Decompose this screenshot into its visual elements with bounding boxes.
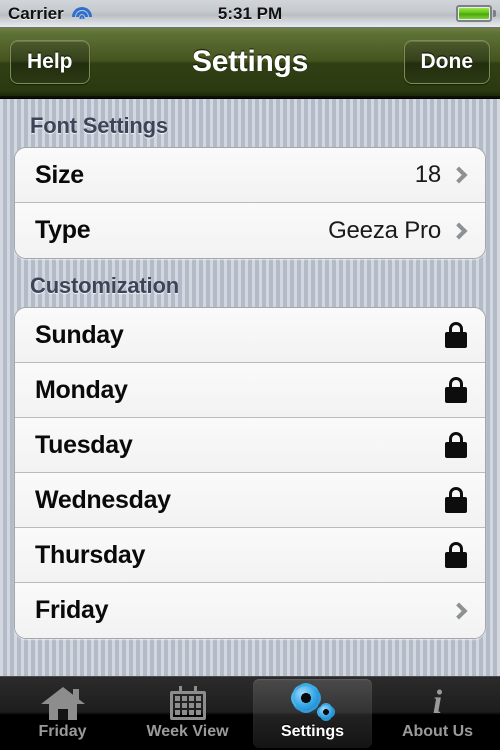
tab-bar: Friday Week View Settings i About Us xyxy=(0,676,500,750)
row-accessory xyxy=(445,542,471,568)
tab-friday[interactable]: Friday xyxy=(3,679,122,748)
row-label: Thursday xyxy=(35,540,146,569)
wifi-icon xyxy=(71,6,93,22)
tab-label: About Us xyxy=(401,723,474,740)
tab-label: Week View xyxy=(146,723,229,740)
section-header-customization: Customization xyxy=(30,273,179,298)
iphone-screen: Carrier 5:31 PM Help Settings Done Font … xyxy=(0,0,500,750)
home-icon xyxy=(40,686,85,720)
row-label: Type xyxy=(35,216,91,244)
chevron-right-icon xyxy=(450,602,468,619)
row-accessory xyxy=(445,377,471,403)
tab-settings[interactable]: Settings xyxy=(253,679,372,748)
status-bar-right xyxy=(456,5,496,22)
clock-label: 5:31 PM xyxy=(217,3,283,23)
row-tuesday[interactable]: Tuesday xyxy=(15,418,485,473)
row-accessory xyxy=(450,602,471,619)
row-thursday[interactable]: Thursday xyxy=(15,528,485,583)
tab-label: Settings xyxy=(280,723,345,740)
status-bar-left: Carrier xyxy=(8,4,93,24)
lock-icon xyxy=(445,542,467,568)
row-type[interactable]: Type Geeza Pro xyxy=(15,203,485,258)
calendar-icon xyxy=(169,686,206,720)
row-accessory: 18 xyxy=(415,161,471,189)
gears-icon xyxy=(292,686,334,720)
tab-week-view[interactable]: Week View xyxy=(128,679,247,748)
lock-icon xyxy=(445,432,467,458)
status-bar: Carrier 5:31 PM xyxy=(0,0,500,28)
carrier-label: Carrier xyxy=(8,3,64,23)
section-header-font-settings: Font Settings xyxy=(30,113,168,138)
tab-label: Friday xyxy=(38,723,87,740)
help-button[interactable]: Help xyxy=(10,40,90,84)
group-customization: Sunday Monday Tuesday Wednesday Thursday… xyxy=(14,307,486,639)
tab-about-us[interactable]: i About Us xyxy=(378,679,497,748)
row-accessory: Geeza Pro xyxy=(328,217,471,245)
row-sunday[interactable]: Sunday xyxy=(15,308,485,363)
battery-icon xyxy=(456,5,496,22)
row-wednesday[interactable]: Wednesday xyxy=(15,473,485,528)
info-icon: i xyxy=(432,684,443,721)
row-value: Geeza Pro xyxy=(328,216,441,244)
lock-icon xyxy=(445,377,467,403)
lock-icon xyxy=(445,322,467,348)
navigation-bar: Help Settings Done xyxy=(0,28,500,98)
row-label: Size xyxy=(35,160,84,189)
row-accessory xyxy=(445,487,471,513)
row-label: Wednesday xyxy=(35,485,171,514)
row-accessory xyxy=(445,432,471,458)
row-accessory xyxy=(445,322,471,348)
row-label: Friday xyxy=(35,596,109,624)
row-size[interactable]: Size 18 xyxy=(15,148,485,203)
chevron-right-icon xyxy=(450,222,468,239)
chevron-right-icon xyxy=(450,166,468,184)
settings-list[interactable]: Font Settings Size 18 Type Geeza Pro Cus… xyxy=(0,99,500,750)
row-friday[interactable]: Friday xyxy=(15,583,485,638)
row-label: Monday xyxy=(35,375,128,404)
row-label: Sunday xyxy=(35,320,124,349)
group-font-settings: Size 18 Type Geeza Pro xyxy=(14,147,486,259)
row-value: 18 xyxy=(414,161,441,188)
row-monday[interactable]: Monday xyxy=(15,363,485,418)
row-label: Tuesday xyxy=(35,430,133,459)
done-button[interactable]: Done xyxy=(403,40,490,84)
lock-icon xyxy=(445,487,467,513)
